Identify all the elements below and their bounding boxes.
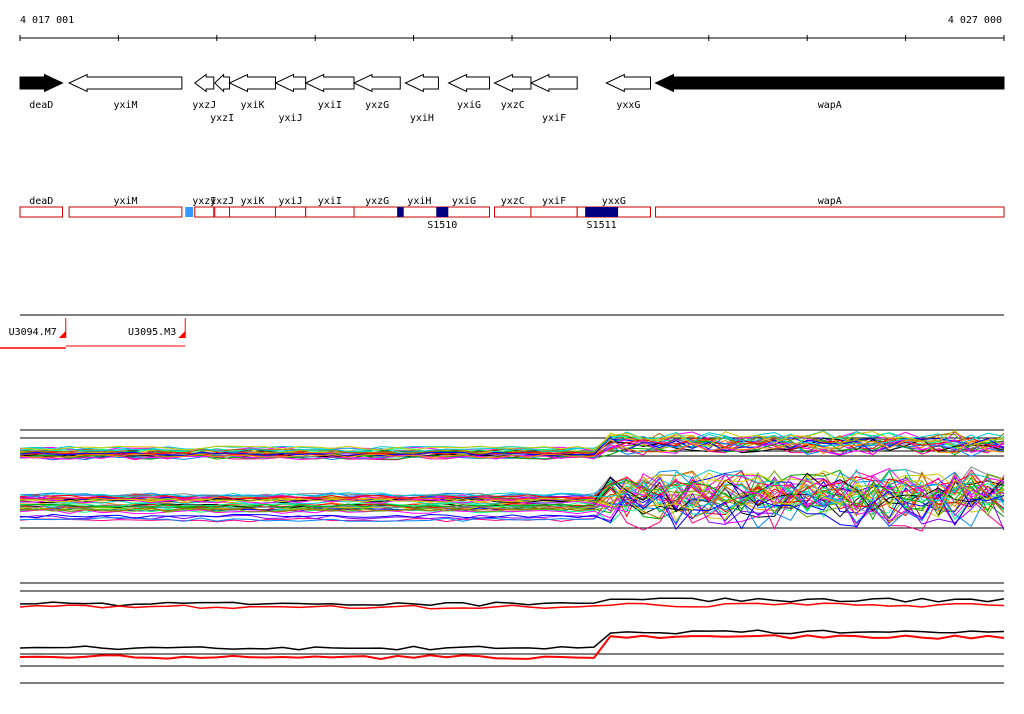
summary-profile-panel [19,582,1005,684]
gene-label: deaD [29,100,53,111]
gene-arrow[interactable] [404,73,439,93]
gene-arrow[interactable] [193,73,215,93]
segment-block[interactable] [397,207,404,217]
gene-arrow[interactable] [493,73,532,93]
gene-label: yxiJ [279,113,303,124]
feature-label: yxiM [113,196,137,207]
gene-arrow[interactable] [447,73,491,93]
transcript-label: U3094.M7 [9,327,57,338]
gene-arrow[interactable] [67,73,183,93]
gene-label: yxiK [240,100,264,111]
gene-arrow[interactable] [529,73,578,93]
gene-label: yxzG [365,100,389,111]
gene-label: yxzJ [192,100,216,111]
feature-label: yxzC [501,196,525,207]
coordinate-ruler: 4 017 001 4 027 000 [19,15,1005,41]
feature-label: yxiK [240,196,264,207]
segment-block[interactable] [585,207,619,217]
gene-label: yxiM [113,100,137,111]
gene-label: yxiF [542,113,566,124]
expression-profile-panel [19,429,1005,532]
feature-label: wapA [818,196,842,207]
feature-box[interactable] [214,206,231,218]
gene-arrow[interactable] [214,73,231,93]
segment-block[interactable] [436,207,449,217]
feature-box[interactable] [68,206,183,218]
gene-arrow[interactable] [605,73,652,93]
segment-label: S1510 [427,220,457,231]
feature-label: deaD [29,196,53,207]
ruler-end-label: 4 027 000 [948,15,1002,26]
gene-arrow[interactable] [304,73,355,93]
summary-series-line [19,602,1005,610]
feature-label: yxxG [602,196,626,207]
feature-label: yxiG [452,196,476,207]
feature-box[interactable] [229,206,276,218]
gene-arrow[interactable] [274,73,307,93]
feature-label: yxzG [365,196,389,207]
feature-label: yxzJ [210,196,234,207]
gene-label: yxzI [210,113,234,124]
transcript-end-marker[interactable] [58,331,66,338]
feature-box[interactable] [305,206,355,218]
feature-box[interactable] [19,206,64,218]
transcript-label: U3095.M3 [128,327,176,338]
feature-label: yxiH [407,196,431,207]
gene-label: yxiH [410,113,434,124]
gene-arrow[interactable] [228,73,276,93]
feature-box[interactable] [494,206,532,218]
feature-box[interactable] [530,206,578,218]
feature-label: yxiF [542,196,566,207]
segment-label: S1511 [587,220,617,231]
gene-label: yxzC [501,100,525,111]
feature-box[interactable] [655,206,1005,218]
feature-box[interactable] [274,206,307,218]
feature-label: yxiJ [279,196,303,207]
transcript-track: U3094.M7 U3095.M3 [0,314,1004,349]
genome-browser-view: 4 017 001 4 027 000 deaD yxiM yxzJ yxzI yxiK… [0,15,1005,684]
feature-box[interactable] [353,206,401,218]
gene-label: wapA [818,100,842,111]
gene-label: yxiI [318,100,342,111]
gene-arrow[interactable] [19,73,64,93]
transcript-end-marker[interactable] [178,331,186,338]
segment-block[interactable] [185,207,194,217]
gene-track: deaD yxiM yxzJ yxzI yxiK yxiJ yxiI yxzG yxiH yxiG… [19,73,1005,124]
gene-arrow[interactable] [654,73,1005,93]
gene-arrow[interactable] [352,73,401,93]
ruler-start-label: 4 017 001 [20,15,74,26]
feature-box[interactable] [399,206,439,218]
gene-label: yxiG [457,100,481,111]
feature-label: yxiI [318,196,342,207]
feature-track: deaD yxiM yxzIyxzJ yxiK yxiJ yxiI yxzG yxiH yxiG… [19,196,1005,231]
summary-series-line [19,629,1005,651]
gene-label: yxxG [616,100,640,111]
feature-box[interactable] [194,206,215,218]
